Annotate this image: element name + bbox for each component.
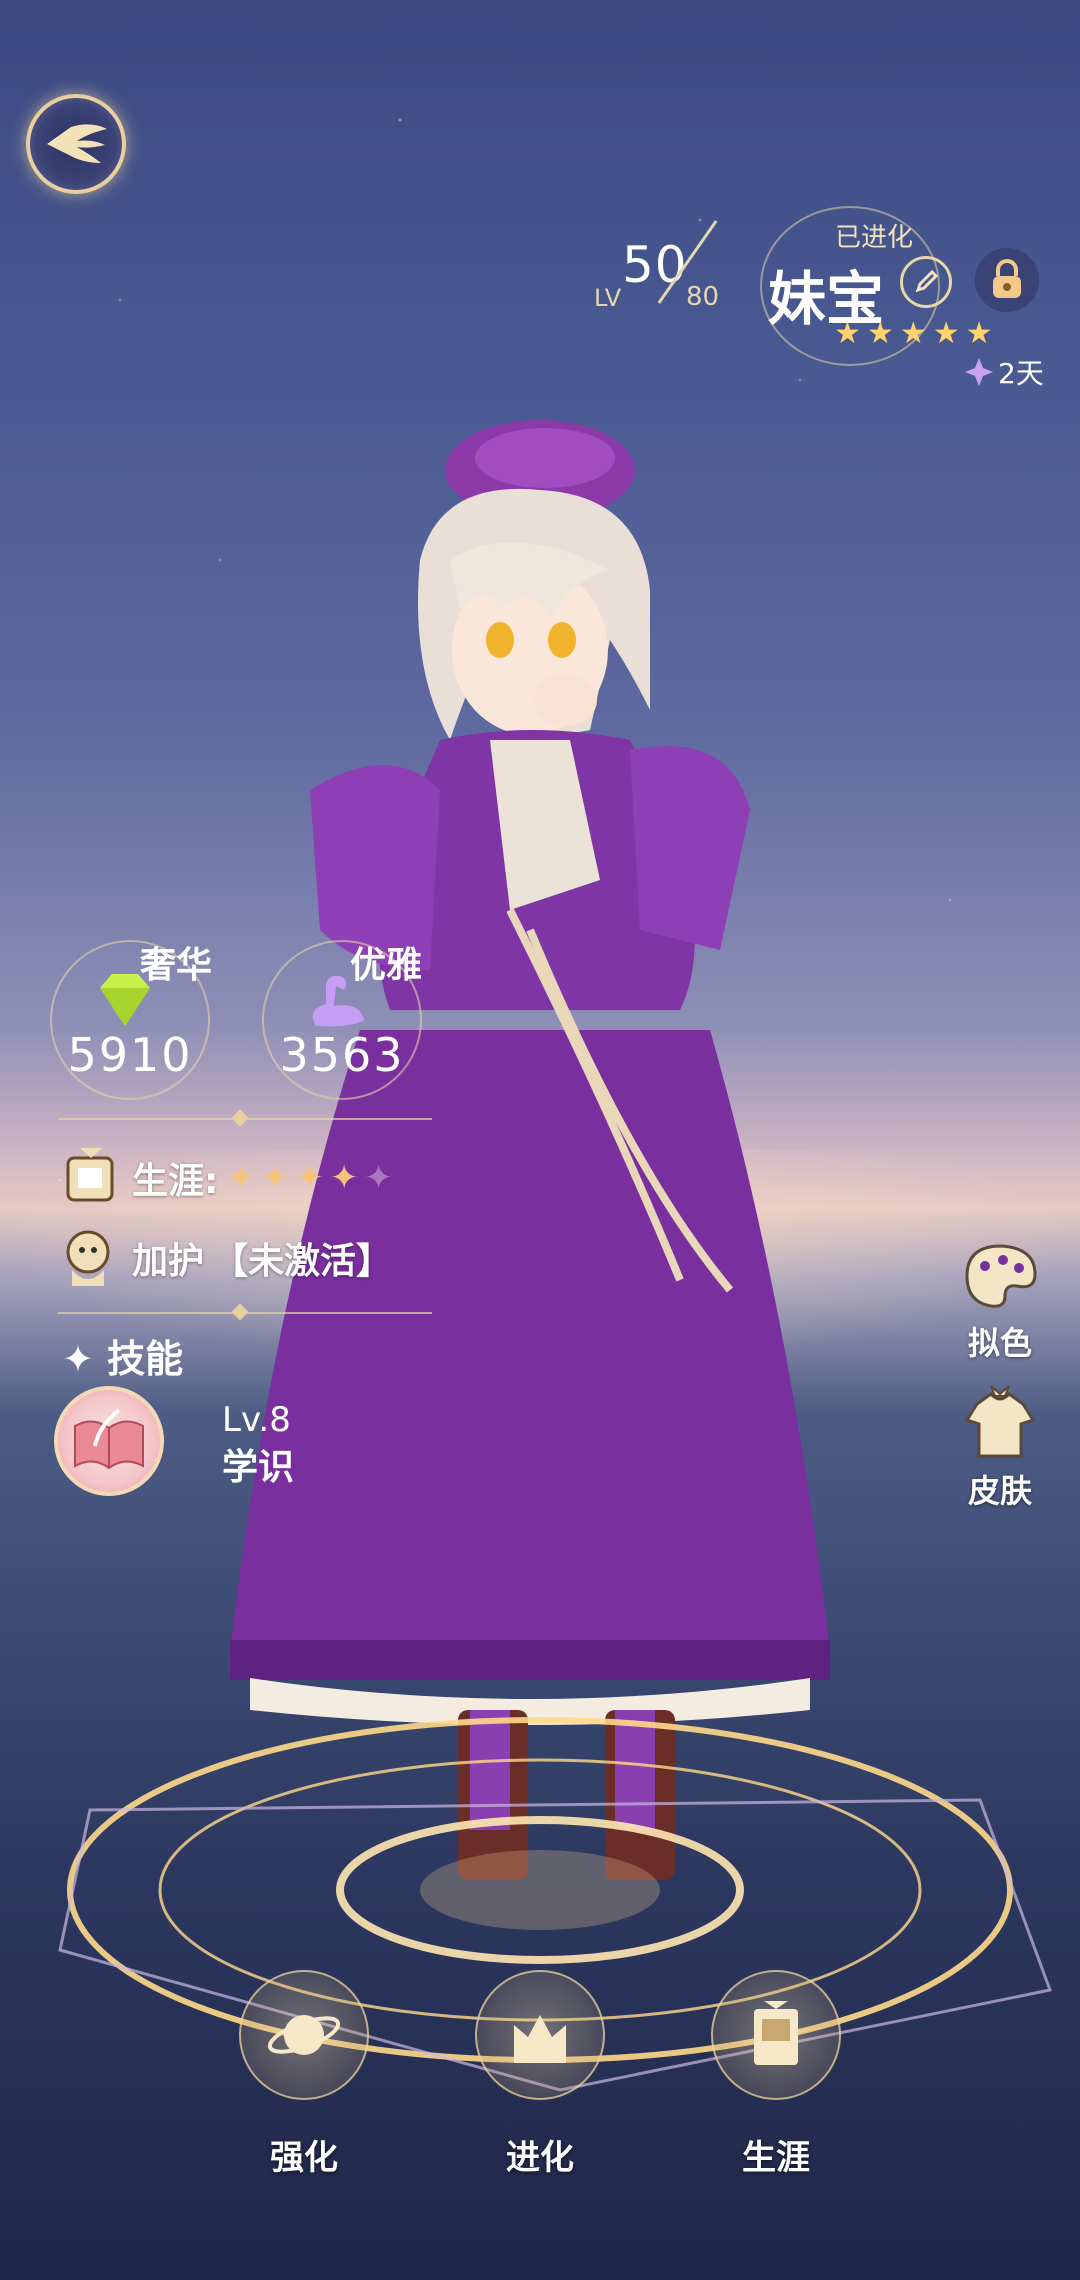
stat-elegance: 优雅 3563 <box>262 940 422 1100</box>
enhance-icon-wrap <box>239 1970 369 2100</box>
wing-back-icon <box>47 124 107 163</box>
skill-button[interactable] <box>54 1386 164 1496</box>
sparkle-icon <box>965 358 993 386</box>
evolve-icon-wrap <box>475 1970 605 2100</box>
skill-level: Lv.8 <box>222 1400 291 1440</box>
rarity-star-icon: ★ <box>932 316 960 351</box>
palette-icon <box>965 1244 1037 1308</box>
rarity-star-icon: ★ <box>834 316 861 351</box>
level-current: 50 <box>622 236 688 294</box>
career-label: 生涯: <box>132 1161 219 1202</box>
skills-title-text: 技能 <box>107 1337 184 1381</box>
skill-name: 学识 <box>222 1447 295 1488</box>
crown-icon <box>514 2015 566 2063</box>
divider <box>58 1303 432 1321</box>
stat-label: 奢华 <box>140 945 213 986</box>
lock-icon <box>993 259 1021 298</box>
level-indicator: LV 50 80 <box>594 220 754 326</box>
pencil-icon <box>915 269 939 293</box>
costume-icon <box>964 1385 1036 1458</box>
enhance-button[interactable]: 强化 <box>234 1970 374 2179</box>
blessing-label: 加护 <box>132 1241 205 1282</box>
timer-badge: 2天 <box>964 352 1044 392</box>
rarity-stars: ★ ★ ★ ★ ★ <box>834 316 993 351</box>
career-stars: ✦ ✦ ✦ ✦ ✦ <box>226 1158 399 1198</box>
rarity-star-icon: ★ <box>866 316 894 351</box>
career-star-icon: ✦ <box>295 1158 324 1198</box>
career-icon-wrap <box>711 1970 841 2100</box>
career-icon <box>66 1148 114 1202</box>
scroll-card-icon <box>754 2001 798 2065</box>
career-star-icon: ✦ <box>260 1158 290 1198</box>
stat-luxury: 奢华 5910 <box>50 940 212 1100</box>
skin-label: 皮肤 <box>967 1472 1032 1510</box>
stat-label: 优雅 <box>350 945 423 986</box>
timer-text: 2天 <box>998 357 1044 390</box>
enhance-label: 强化 <box>270 2138 338 2178</box>
evolve-button[interactable]: 进化 <box>470 1970 610 2179</box>
evolve-label: 进化 <box>506 2138 574 2178</box>
planet-icon <box>267 2015 341 2055</box>
level-max: 80 <box>686 282 720 312</box>
guardian-icon <box>66 1230 110 1286</box>
stat-value: 5910 <box>67 1028 193 1082</box>
blessing-status: 【未激活】 <box>212 1241 393 1282</box>
career-row[interactable]: 生涯: ✦ ✦ ✦ ✦ ✦ <box>58 1146 399 1210</box>
career-star-icon: ✦ <box>226 1158 255 1198</box>
level-label: LV <box>594 284 622 312</box>
rarity-star-icon: ★ <box>899 316 927 351</box>
lock-button[interactable] <box>975 248 1039 312</box>
rarity-star-icon: ★ <box>965 316 993 351</box>
career-star-icon: ✦ <box>329 1158 359 1198</box>
recolor-button[interactable]: 拟色 <box>950 1236 1050 1364</box>
stat-value: 3563 <box>279 1028 405 1082</box>
rename-button[interactable] <box>900 256 952 308</box>
career-button[interactable]: 生涯 <box>706 1970 846 2179</box>
evolution-status: 已进化 <box>835 223 914 253</box>
recolor-label: 拟色 <box>967 1324 1032 1362</box>
blessing-row[interactable]: 加护 【未激活】 <box>58 1226 392 1290</box>
character-illustration <box>230 420 830 1880</box>
back-button[interactable] <box>26 94 126 194</box>
book-quill-icon <box>74 1408 144 1470</box>
divider <box>58 1109 432 1127</box>
career-star-empty-icon: ✦ <box>364 1158 393 1198</box>
skin-button[interactable]: 皮肤 <box>950 1384 1050 1512</box>
career-action-label: 生涯 <box>742 2138 810 2178</box>
skills-title: ✦ 技能 <box>62 1337 184 1381</box>
